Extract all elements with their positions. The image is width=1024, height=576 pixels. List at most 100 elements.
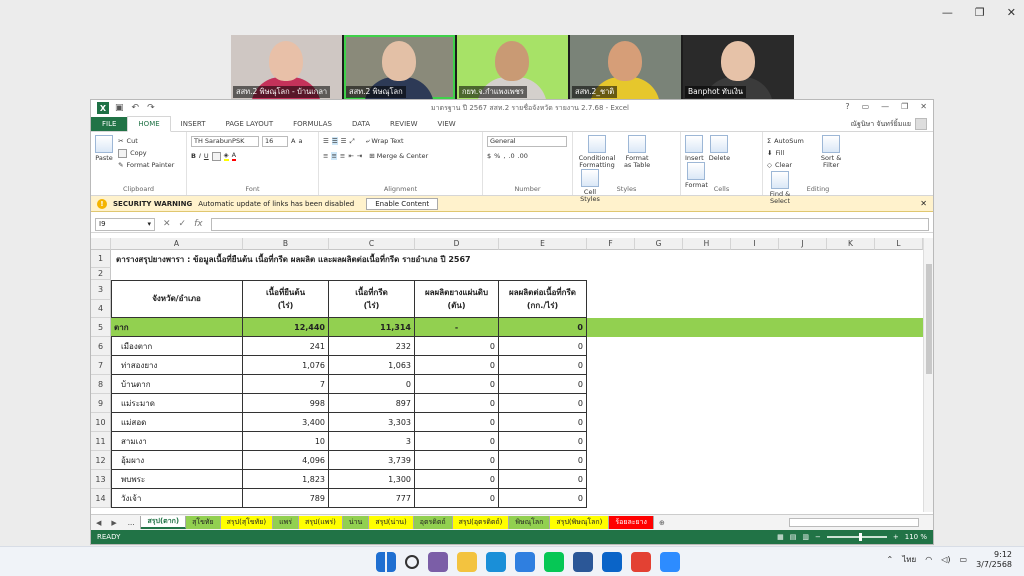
clock[interactable]: 9:12 3/7/2568 (976, 550, 1012, 569)
row-header[interactable]: 4 (91, 300, 111, 318)
district-cell[interactable]: 0 (499, 489, 587, 508)
font-name-select[interactable]: TH SarabunPSK (191, 135, 259, 147)
district-cell[interactable]: 1,076 (243, 356, 329, 375)
excel-restore-button[interactable]: ❐ (901, 102, 908, 111)
sheet-tab[interactable]: สรุป(น่าน) (369, 516, 414, 529)
district-cell[interactable]: 0 (329, 375, 415, 394)
district-cell[interactable]: 1,063 (329, 356, 415, 375)
orientation-icon[interactable]: ⤢ (349, 137, 354, 146)
italic-button[interactable]: I (199, 152, 201, 160)
column-header[interactable]: G (635, 238, 683, 250)
wifi-icon[interactable]: ◠ (925, 555, 932, 564)
district-cell[interactable]: 1,300 (329, 470, 415, 489)
search-icon[interactable] (405, 555, 419, 569)
sort-filter-button[interactable]: Sort & Filter (819, 135, 843, 169)
district-cell[interactable]: 897 (329, 394, 415, 413)
excel-close-button[interactable]: ✕ (920, 102, 927, 111)
save-icon[interactable]: ▣ (115, 103, 124, 113)
tab-page-layout[interactable]: PAGE LAYOUT (215, 117, 283, 131)
underline-button[interactable]: U (204, 152, 209, 160)
district-cell[interactable]: 777 (329, 489, 415, 508)
district-cell[interactable]: 4,096 (243, 451, 329, 470)
district-cell[interactable]: บ้านตาก (111, 375, 243, 394)
province-cell[interactable]: 12,440 (243, 318, 329, 337)
column-header[interactable]: F (587, 238, 635, 250)
zoom-in-button[interactable]: + (893, 533, 899, 541)
participant-tile[interactable]: สสท.2 พิษณุโลก (344, 35, 455, 99)
paste-button[interactable]: Paste (95, 135, 113, 162)
align-left-icon[interactable]: ≡ (323, 152, 328, 160)
tab-home[interactable]: HOME (127, 116, 171, 132)
insert-function-button[interactable]: fx (194, 219, 203, 229)
zoom-level[interactable]: 110 % (905, 533, 927, 541)
clear-button[interactable]: ◇ Clear (767, 159, 817, 171)
fill-button[interactable]: ⬇ Fill (767, 147, 817, 159)
tab-insert[interactable]: INSERT (171, 117, 216, 131)
table-header[interactable]: ผลผลิตยางแผ่นดิบ (ตัน) (415, 280, 499, 318)
province-cell[interactable]: 11,314 (329, 318, 415, 337)
participant-tile[interactable]: กยท.จ.กำแพงเพชร (457, 35, 568, 99)
prev-sheet-icon[interactable]: ◀ (91, 519, 106, 527)
number-format-select[interactable]: General (487, 135, 567, 147)
column-header[interactable]: D (415, 238, 499, 250)
row-header[interactable]: 6 (91, 337, 111, 356)
grow-font-icon[interactable]: A (291, 137, 295, 145)
sheet-tab[interactable]: ... (121, 516, 142, 529)
district-cell[interactable]: วังเจ้า (111, 489, 243, 508)
font-color-icon[interactable]: A (231, 151, 237, 161)
chrome-icon[interactable] (631, 552, 651, 572)
district-cell[interactable]: 0 (499, 451, 587, 470)
row-header[interactable]: 8 (91, 375, 111, 394)
battery-icon[interactable]: ▭ (960, 555, 968, 564)
sheet-tab[interactable]: อุตรดิตถ์ (413, 516, 453, 529)
table-header[interactable]: ผลผลิตต่อเนื้อที่กรีด (กก./ไร่) (499, 280, 587, 318)
zoom-slider[interactable] (826, 533, 887, 541)
province-cell[interactable]: 0 (499, 318, 587, 337)
sheet-tab[interactable]: ร้อยละยาง (609, 516, 654, 529)
participant-tile[interactable]: สสท.2_ชาติ (570, 35, 681, 99)
vertical-scrollbar[interactable] (923, 238, 933, 512)
sheet-tab[interactable]: สรุป(พิษณุโลก) (550, 516, 610, 529)
help-button[interactable]: ? (845, 102, 849, 111)
district-cell[interactable]: 232 (329, 337, 415, 356)
tab-view[interactable]: VIEW (428, 117, 466, 131)
close-button[interactable]: ✕ (1007, 6, 1016, 19)
zoom-out-button[interactable]: − (815, 533, 821, 541)
comma-icon[interactable]: , (503, 152, 505, 160)
shrink-font-icon[interactable]: a (298, 137, 302, 145)
district-cell[interactable]: 789 (243, 489, 329, 508)
district-cell[interactable]: 3,400 (243, 413, 329, 432)
add-sheet-icon[interactable]: ⊕ (654, 519, 670, 527)
district-cell[interactable]: 3,739 (329, 451, 415, 470)
column-header[interactable]: I (731, 238, 779, 250)
column-header[interactable]: A (111, 238, 243, 250)
spreadsheet-grid[interactable]: A B C D E F G H I J K L 1 2 3 4 5 6 7 8 9 10 11 12 13 14 ตารางสรุป… (91, 238, 923, 512)
bold-button[interactable]: B (191, 152, 196, 160)
district-cell[interactable]: 0 (499, 337, 587, 356)
district-cell[interactable]: 0 (499, 394, 587, 413)
district-cell[interactable]: 0 (499, 470, 587, 489)
district-cell[interactable]: 998 (243, 394, 329, 413)
row-header[interactable]: 11 (91, 432, 111, 451)
currency-icon[interactable]: $ (487, 152, 491, 160)
delete-cells-button[interactable]: Delete (709, 135, 730, 162)
column-header[interactable]: K (827, 238, 875, 250)
row-header[interactable]: 14 (91, 489, 111, 508)
font-size-select[interactable]: 16 (262, 135, 288, 147)
increase-indent-icon[interactable]: ⇥ (357, 152, 362, 160)
close-icon[interactable]: ✕ (920, 199, 927, 208)
table-header[interactable]: เนื้อที่กรีด (ไร่) (329, 280, 415, 318)
district-cell[interactable]: ท่าสองยาง (111, 356, 243, 375)
sheet-tab[interactable]: สรุป(ตาก) (141, 516, 187, 529)
redo-icon[interactable]: ↷ (147, 103, 155, 113)
row-header[interactable]: 7 (91, 356, 111, 375)
name-box[interactable]: I9 ▾ (95, 217, 155, 231)
next-sheet-icon[interactable]: ▶ (106, 519, 121, 527)
align-right-icon[interactable]: ≡ (340, 152, 345, 160)
decrease-indent-icon[interactable]: ⇤ (348, 152, 353, 160)
outlook-icon[interactable] (602, 552, 622, 572)
district-cell[interactable]: 3 (329, 432, 415, 451)
tab-formulas[interactable]: FORMULAS (283, 117, 342, 131)
merge-center-button[interactable]: ⊞ Merge & Center (369, 152, 428, 160)
file-explorer-icon[interactable] (457, 552, 477, 572)
